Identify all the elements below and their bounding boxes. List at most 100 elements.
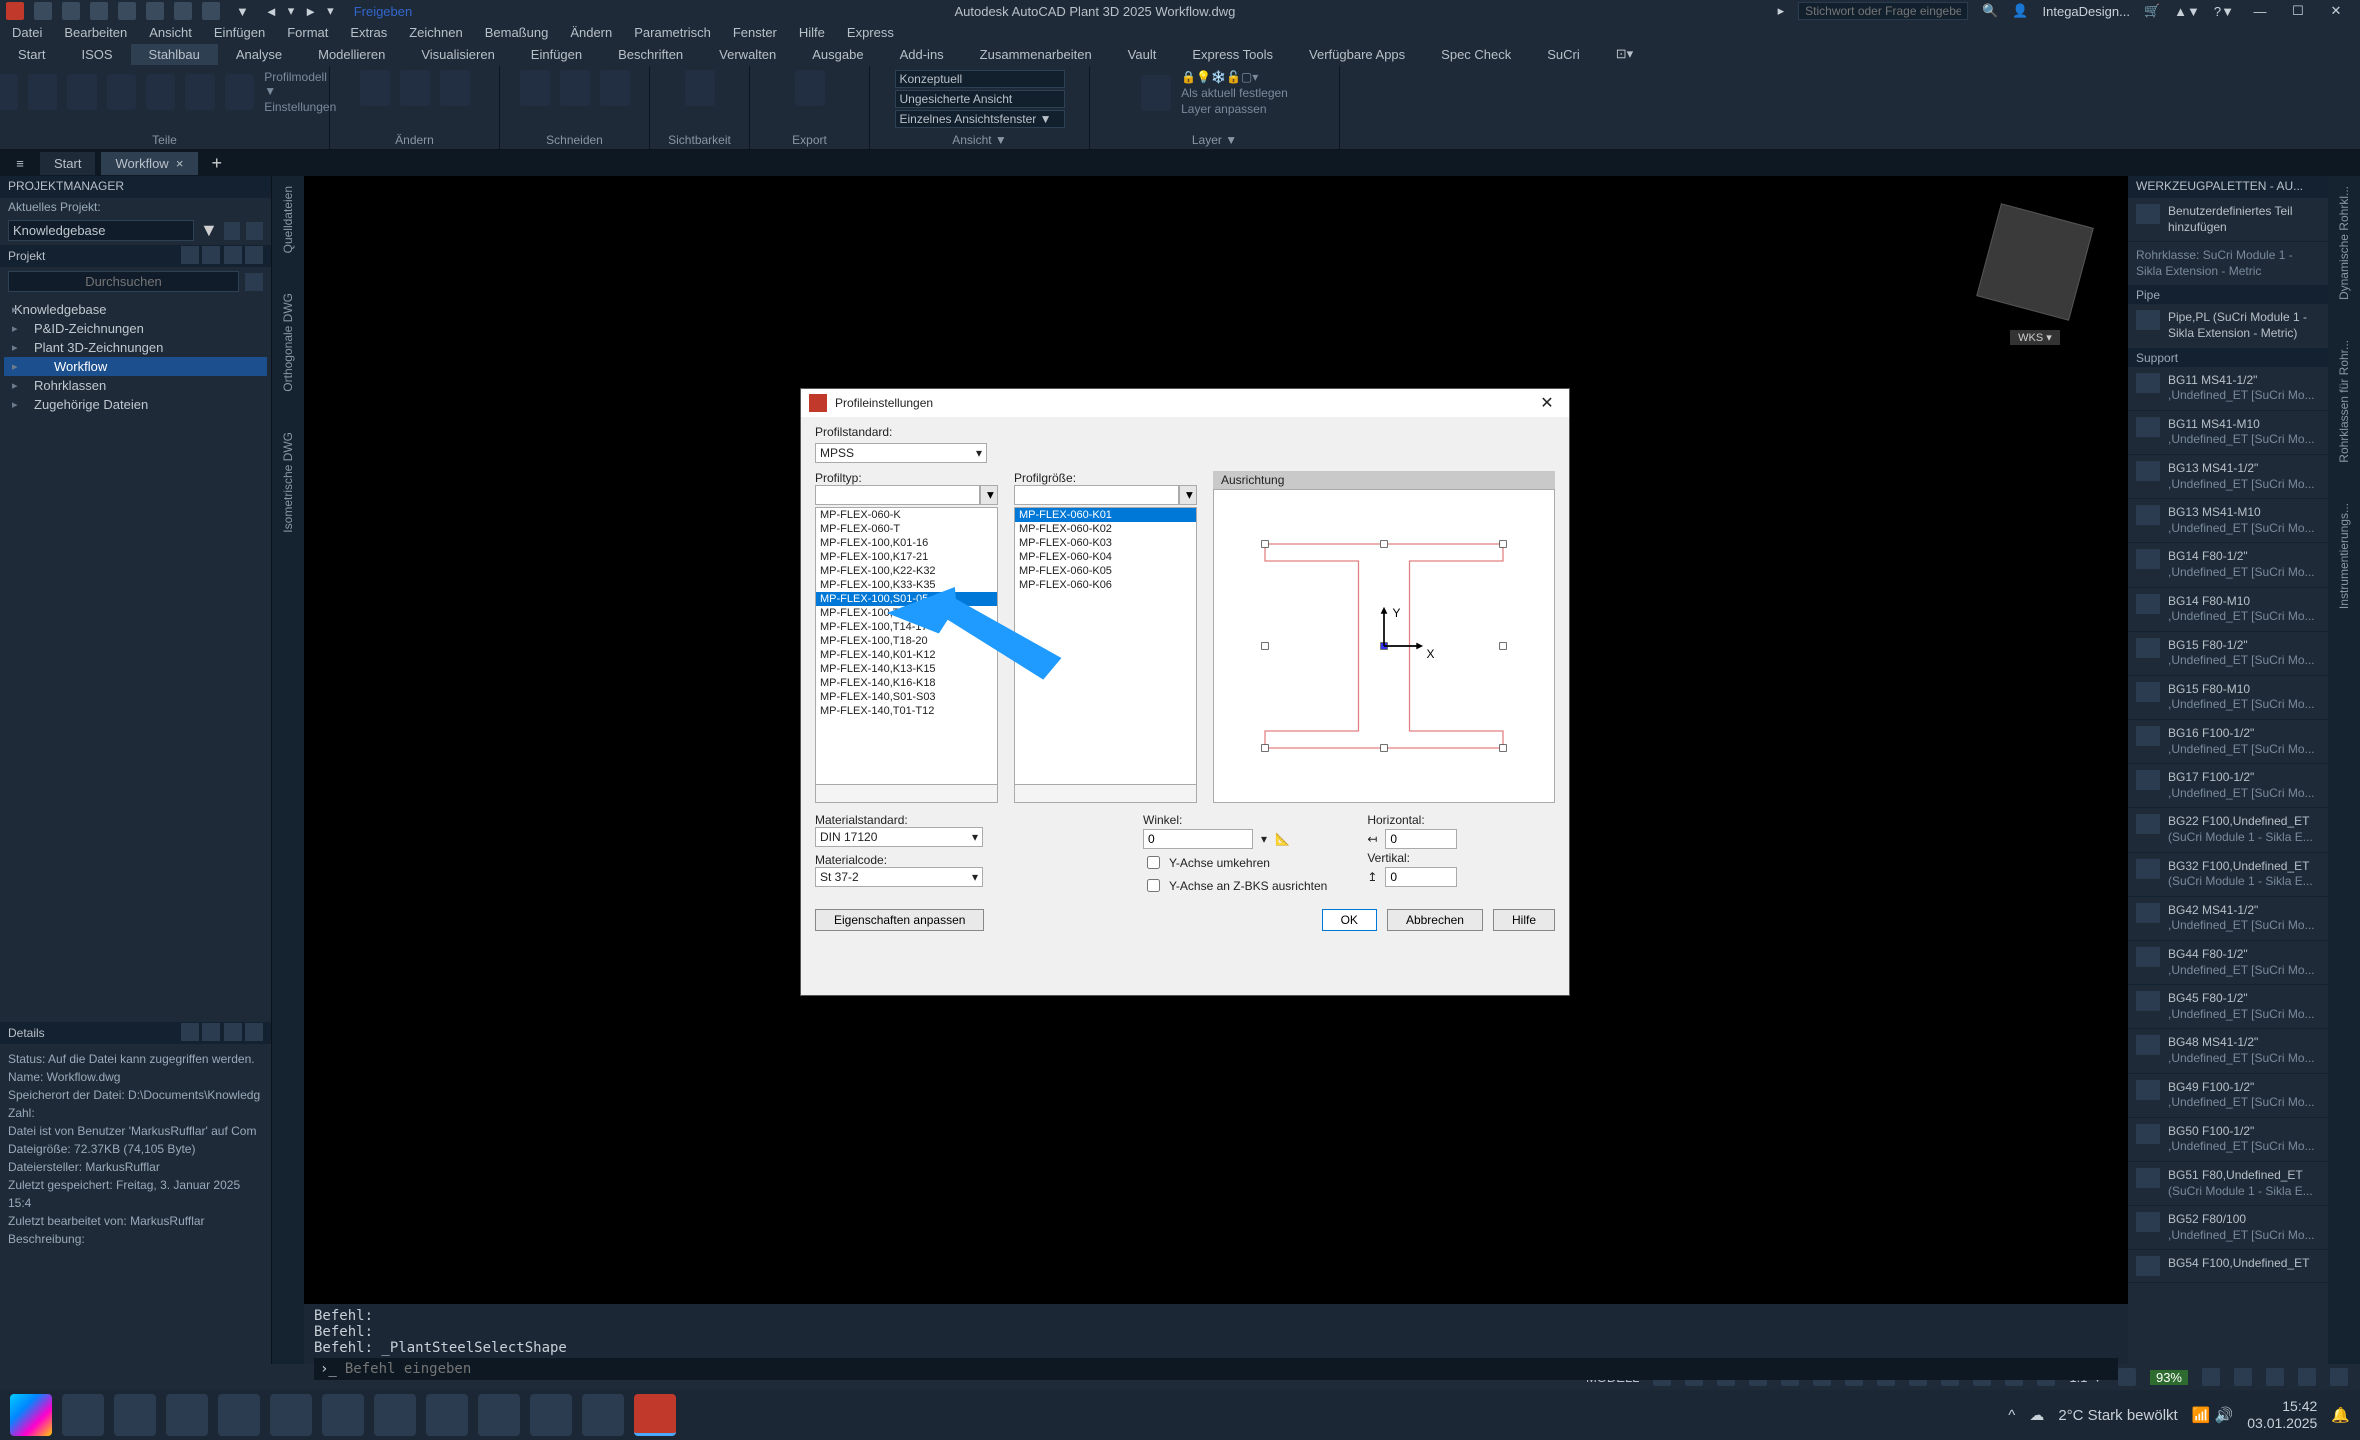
layer-anpassen-btn[interactable]: Layer anpassen	[1181, 102, 1288, 116]
help-button[interactable]: Hilfe	[1493, 909, 1555, 931]
status-gear-icon[interactable]	[2118, 1368, 2136, 1386]
y-invert-checkbox[interactable]: Y-Achse umkehren	[1143, 853, 1327, 872]
profilgroesse-clear[interactable]: ▾	[1179, 485, 1197, 505]
profiltyp-hscroll[interactable]	[815, 785, 998, 803]
support-item[interactable]: BG16 F100-1/2",Undefined_ET [SuCri Mo...	[2128, 720, 2328, 764]
profiltyp-option[interactable]: MP-FLEX-140,T01-T12	[816, 704, 997, 718]
fundament-icon[interactable]	[185, 74, 214, 110]
qat-save-icon[interactable]	[90, 2, 108, 20]
support-item[interactable]: BG49 F100-1/2",Undefined_ET [SuCri Mo...	[2128, 1074, 2328, 1118]
raster-icon[interactable]	[28, 74, 57, 110]
layer-aktuell-btn[interactable]: Als aktuell festlegen	[1181, 86, 1288, 100]
profiltyp-option[interactable]: MP-FLEX-060-T	[816, 522, 997, 536]
pm-icon3[interactable]	[224, 246, 242, 264]
ribbon-tab-modellieren[interactable]: Modellieren	[300, 44, 403, 65]
vtab-iso[interactable]: Isometrische DWG	[281, 432, 295, 533]
qat-saveas-icon[interactable]	[118, 2, 136, 20]
support-item[interactable]: BG54 F100,Undefined_ET	[2128, 1250, 2328, 1283]
ribbon-tab-vault[interactable]: Vault	[1110, 44, 1175, 65]
gelaender-icon[interactable]	[67, 74, 96, 110]
app-icon[interactable]	[6, 2, 24, 20]
profiltyp-option[interactable]: MP-FLEX-060-K	[816, 508, 997, 522]
qat-undo-icon[interactable]	[174, 2, 192, 20]
menu-fenster[interactable]: Fenster	[733, 25, 777, 40]
xml-export-icon[interactable]	[795, 70, 825, 106]
support-item[interactable]: BG17 F100-1/2",Undefined_ET [SuCri Mo...	[2128, 764, 2328, 808]
support-item[interactable]: BG45 F80-1/2",Undefined_ET [SuCri Mo...	[2128, 985, 2328, 1029]
doc-tabs-menu[interactable]: ≡	[6, 156, 34, 171]
menu-ansicht[interactable]: Ansicht	[149, 25, 192, 40]
pm-search-icon[interactable]	[245, 273, 263, 291]
profile-preview[interactable]: Y X	[1213, 489, 1555, 803]
command-line[interactable]: Befehl: Befehl: Befehl: _PlantSteelSelec…	[304, 1304, 2128, 1364]
profil-icon[interactable]	[0, 74, 18, 110]
menu-aendern[interactable]: Ändern	[570, 25, 612, 40]
schneiden-icon1[interactable]	[520, 70, 550, 106]
menu-einfuegen[interactable]: Einfügen	[214, 25, 265, 40]
pm-refresh-icon[interactable]	[224, 222, 241, 240]
ribbon-tab-start[interactable]: Start	[0, 44, 63, 65]
close-button[interactable]: ✕	[2324, 1, 2348, 21]
profilgroesse-listbox[interactable]: MP-FLEX-060-K01MP-FLEX-060-K02MP-FLEX-06…	[1014, 507, 1197, 785]
qat-open-icon[interactable]	[62, 2, 80, 20]
profilgroesse-option[interactable]: MP-FLEX-060-K03	[1015, 536, 1196, 550]
support-item[interactable]: BG13 MS41-M10,Undefined_ET [SuCri Mo...	[2128, 499, 2328, 543]
status-menu-icon[interactable]	[2330, 1368, 2348, 1386]
menu-datei[interactable]: Datei	[12, 25, 42, 40]
view-combo[interactable]: Ungesicherte Ansicht	[895, 90, 1065, 108]
tray-notifications[interactable]: 🔔	[2331, 1406, 2350, 1424]
maximize-button[interactable]: ☐	[2286, 1, 2310, 21]
ribbon-tab-express[interactable]: Express Tools	[1174, 44, 1291, 65]
ribbon-tab-addins[interactable]: Add-ins	[882, 44, 962, 65]
taskbar-pdf[interactable]	[478, 1394, 520, 1436]
platte-icon[interactable]	[146, 74, 175, 110]
start-button[interactable]	[10, 1394, 52, 1436]
menu-bearbeiten[interactable]: Bearbeiten	[64, 25, 127, 40]
status-plug-icon[interactable]	[2202, 1368, 2220, 1386]
ribbon-tab-zusammenarbeiten[interactable]: Zusammenarbeiten	[962, 44, 1110, 65]
profiltyp-option[interactable]: MP-FLEX-140,K01-K12	[816, 648, 997, 662]
profiltyp-option[interactable]: MP-FLEX-100,K33-K35	[816, 578, 997, 592]
winkel-input[interactable]	[1143, 829, 1253, 849]
pm-tree[interactable]: Knowledgebase P&ID-Zeichnungen Plant 3D-…	[0, 296, 271, 1022]
minimize-button[interactable]: —	[2248, 1, 2272, 21]
palette-userdef[interactable]: Benutzerdefiniertes Teilhinzufügen	[2128, 198, 2328, 242]
tray-date[interactable]: 03.01.2025	[2247, 1415, 2317, 1432]
support-item[interactable]: BG22 F100,Undefined_ET(SuCri Module 1 - …	[2128, 808, 2328, 852]
menu-format[interactable]: Format	[287, 25, 328, 40]
pm-det-ic4[interactable]	[245, 1023, 263, 1041]
palette-pipe-item[interactable]: Pipe,PL (SuCri Module 1 - Sikla Extensio…	[2128, 304, 2328, 348]
ok-button[interactable]: OK	[1322, 909, 1377, 931]
rtab-dynamische[interactable]: Dynamische Rohrkl...	[2337, 186, 2351, 300]
taskbar-chrome[interactable]	[218, 1394, 260, 1436]
menu-bemassung[interactable]: Bemaßung	[485, 25, 549, 40]
rtab-rohrklassen[interactable]: Rohrklassen für Rohr...	[2337, 340, 2351, 463]
taskbar-word[interactable]	[426, 1394, 468, 1436]
profilgroesse-option[interactable]: MP-FLEX-060-K04	[1015, 550, 1196, 564]
pm-icon1[interactable]	[181, 246, 199, 264]
dialog-close-button[interactable]: ✕	[1533, 393, 1561, 413]
qat-redo-icon[interactable]	[202, 2, 220, 20]
stahlbau-bearb-icon[interactable]	[360, 70, 390, 106]
schneiden-icon2[interactable]	[560, 70, 590, 106]
tray-weather[interactable]: 2°C Stark bewölkt	[2058, 1407, 2177, 1424]
materialcode-dropdown[interactable]: St 37-2▾	[815, 867, 983, 887]
profiltyp-option[interactable]: MP-FLEX-140,K16-K18	[816, 676, 997, 690]
taskbar-autocad[interactable]	[634, 1394, 676, 1436]
tray-time[interactable]: 15:42	[2247, 1398, 2317, 1415]
treppen-icon[interactable]	[107, 74, 136, 110]
profiltyp-option[interactable]: MP-FLEX-100,K01-16	[816, 536, 997, 550]
profiltyp-option[interactable]: MP-FLEX-140,K13-K15	[816, 662, 997, 676]
taskbar-teams[interactable]	[322, 1394, 364, 1436]
taskbar-app[interactable]	[582, 1394, 624, 1436]
support-item[interactable]: BG48 MS41-1/2",Undefined_ET [SuCri Mo...	[2128, 1029, 2328, 1073]
profillaenge-icon[interactable]	[440, 70, 470, 106]
ribbon-tab-beschriften[interactable]: Beschriften	[600, 44, 701, 65]
y-zucs-checkbox[interactable]: Y-Achse an Z-BKS ausrichten	[1143, 876, 1327, 895]
ribbon-tab-speccheck[interactable]: Spec Check	[1423, 44, 1529, 65]
cancel-button[interactable]: Abbrechen	[1387, 909, 1483, 931]
support-item[interactable]: BG15 F80-M10,Undefined_ET [SuCri Mo...	[2128, 676, 2328, 720]
tree-pid[interactable]: P&ID-Zeichnungen	[4, 319, 267, 338]
profiltyp-option[interactable]: MP-FLEX-100,T01-13	[816, 606, 997, 620]
vtab-quelldateien[interactable]: Quelldateien	[281, 186, 295, 253]
